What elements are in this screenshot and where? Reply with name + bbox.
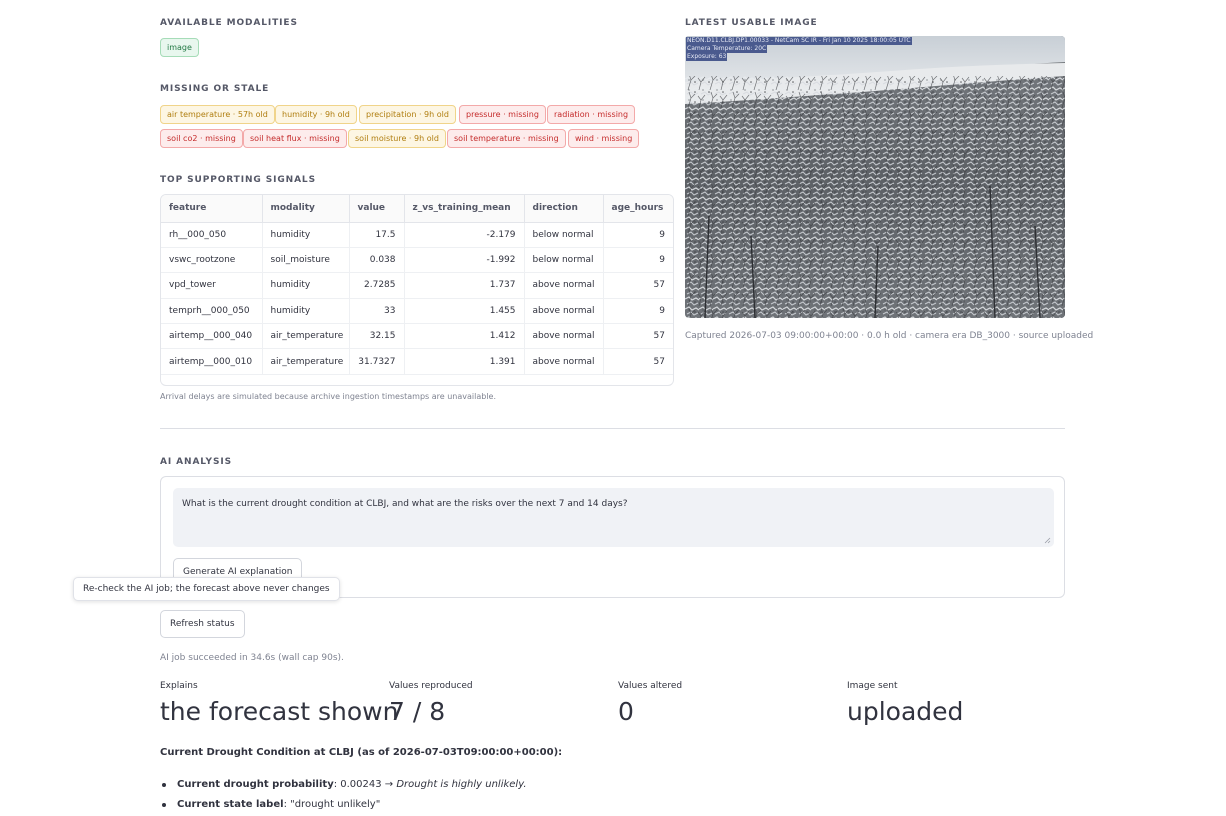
section-divider (160, 428, 1065, 429)
table-cell: soil_moisture (262, 247, 350, 274)
column-header[interactable]: direction (524, 195, 604, 223)
table-cell: above normal (524, 272, 604, 299)
list-item: Current state label: "drought unlikely" (160, 797, 527, 816)
status-chip: radiation · missing (547, 105, 636, 124)
table-cell: above normal (524, 298, 604, 325)
status-chip: soil moisture · 9h old (348, 129, 446, 148)
table-cell: 1.455 (404, 298, 525, 325)
table-cell: 1.737 (404, 272, 525, 299)
status-chip: humidity · 9h old (275, 105, 357, 124)
status-chip: precipitation · 9h old (359, 105, 456, 124)
overlay-line: Exposure: 63 (686, 53, 728, 61)
status-chip: air temperature · 57h old (160, 105, 275, 124)
status-chip: soil co2 · missing (160, 129, 243, 148)
table-cell: humidity (262, 298, 350, 325)
table-cell: below normal (524, 247, 604, 274)
metric-label-values-altered: Values altered (618, 681, 683, 691)
table-cell: 33 (349, 298, 405, 325)
table-header-row: feature modality value z_vs_training_mea… (161, 195, 673, 223)
missing-heading: MISSING OR STALE (160, 84, 270, 94)
overlay-line: Camera Temperature: 20C (686, 45, 768, 53)
column-header[interactable]: z_vs_training_mean (404, 195, 525, 223)
table-cell: humidity (262, 222, 350, 248)
ai-heading: AI ANALYSIS (160, 457, 232, 467)
arrival-delay-note: Arrival delays are simulated because arc… (160, 392, 497, 401)
summary-list: Current drought probability: 0.00243 → D… (160, 777, 527, 816)
table-cell: 9 (603, 298, 673, 325)
modality-chip-image: image (160, 38, 199, 57)
table-cell: vswc_rootzone (161, 247, 263, 274)
signals-heading: TOP SUPPORTING SIGNALS (160, 175, 316, 185)
list-item: Current drought probability: 0.00243 → D… (160, 777, 527, 797)
column-header[interactable]: value (349, 195, 405, 223)
table-cell: vpd_tower (161, 272, 263, 299)
table-cell: 9 (603, 222, 673, 248)
table-row: vpd_tower humidity 2.7285 1.737 above no… (161, 272, 673, 299)
column-header[interactable]: age_hours (603, 195, 673, 223)
refresh-tooltip: Re-check the AI job; the forecast above … (73, 577, 340, 601)
metric-label-values-reproduced: Values reproduced (389, 681, 473, 691)
table-row: airtemp__000_040 air_temperature 32.15 1… (161, 323, 673, 350)
table-cell: -1.992 (404, 247, 525, 274)
table-cell: 32.15 (349, 323, 405, 350)
table-cell: 0.038 (349, 247, 405, 274)
image-heading: LATEST USABLE IMAGE (685, 18, 818, 28)
table-cell: humidity (262, 272, 350, 299)
table-cell: -2.179 (404, 222, 525, 248)
overlay-line: NEON.D11.CLBJ.DP1.00033 - NetCam SC IR -… (686, 37, 912, 45)
table-row: vswc_rootzone soil_moisture 0.038 -1.992… (161, 247, 673, 274)
metric-value-values-reproduced: 7 / 8 (389, 697, 446, 726)
table-cell: airtemp__000_040 (161, 323, 263, 350)
status-chip: soil temperature · missing (447, 129, 566, 148)
status-chip: soil heat flux · missing (243, 129, 347, 148)
forest-canopy-photo (685, 36, 1065, 318)
table-cell: 1.391 (404, 348, 525, 375)
status-chip: pressure · missing (459, 105, 546, 124)
table-cell: air_temperature (262, 348, 350, 375)
refresh-status-button[interactable]: Refresh status (160, 610, 245, 638)
metric-value-image-sent: uploaded (847, 697, 964, 726)
metric-value-explains: the forecast shown (160, 697, 399, 726)
table-cell: 2.7285 (349, 272, 405, 299)
table-cell: below normal (524, 222, 604, 248)
table-cell: 57 (603, 272, 673, 299)
table-row: temprh__000_050 humidity 33 1.455 above … (161, 298, 673, 325)
ai-job-status: AI job succeeded in 34.6s (wall cap 90s)… (160, 653, 344, 663)
resize-handle-icon[interactable] (1044, 537, 1051, 544)
table-cell: above normal (524, 323, 604, 350)
table-cell: air_temperature (262, 323, 350, 350)
table-cell: rh__000_050 (161, 222, 263, 248)
bullet-emphasis: Drought is highly unlikely. (396, 779, 527, 790)
table-row: rh__000_050 humidity 17.5 -2.179 below n… (161, 222, 673, 248)
table-cell: 1.412 (404, 323, 525, 350)
column-header[interactable]: modality (262, 195, 350, 223)
question-text: What is the current drought condition at… (182, 499, 628, 509)
image-caption: Captured 2026-07-03 09:00:00+00:00 · 0.0… (685, 331, 1094, 341)
phenocam-image: NEON.D11.CLBJ.DP1.00033 - NetCam SC IR -… (685, 36, 1065, 318)
bullet-value: : "drought unlikely" (283, 799, 381, 810)
bullet-key: Current drought probability (177, 779, 334, 790)
bullet-value: : 0.00243 → (333, 779, 397, 790)
table-cell: airtemp__000_010 (161, 348, 263, 375)
table-cell: 9 (603, 247, 673, 274)
summary-heading: Current Drought Condition at CLBJ (as of… (160, 747, 563, 758)
question-textarea[interactable]: What is the current drought condition at… (173, 488, 1054, 547)
table-cell: 57 (603, 348, 673, 375)
metric-label-explains: Explains (160, 681, 198, 691)
table-cell: above normal (524, 348, 604, 375)
signals-table[interactable]: feature modality value z_vs_training_mea… (160, 194, 674, 386)
status-chip: wind · missing (568, 129, 640, 148)
camera-overlay-text: NEON.D11.CLBJ.DP1.00033 - NetCam SC IR -… (686, 37, 912, 61)
table-row: airtemp__000_010 air_temperature 31.7327… (161, 348, 673, 375)
table-cell: 17.5 (349, 222, 405, 248)
table-cell: temprh__000_050 (161, 298, 263, 325)
modalities-heading: AVAILABLE MODALITIES (160, 18, 298, 28)
bullet-key: Current state label (177, 799, 284, 810)
table-cell: 57 (603, 323, 673, 350)
metric-label-image-sent: Image sent (847, 681, 898, 691)
table-cell: 31.7327 (349, 348, 405, 375)
column-header[interactable]: feature (161, 195, 263, 223)
metric-value-values-altered: 0 (618, 697, 634, 726)
